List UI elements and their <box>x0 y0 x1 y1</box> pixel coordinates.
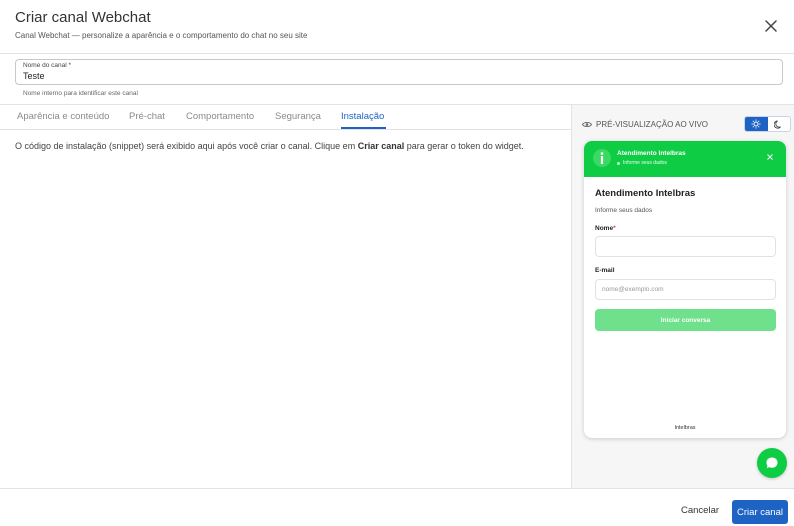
widget-title: Atendimento Intelbras <box>595 188 696 199</box>
dialog-footer: Cancelar Criar canal <box>0 488 794 526</box>
eye-icon <box>582 122 592 127</box>
widget-header-status-text: Informe seus dados <box>623 160 667 166</box>
required-marker: * <box>613 225 616 232</box>
create-channel-button[interactable]: Criar canal <box>732 500 788 524</box>
channel-name-field[interactable]: Nome do canal * <box>15 59 783 85</box>
installation-text-bold: Criar canal <box>357 141 405 151</box>
installation-text-after: para gerar o token do widget. <box>404 141 524 151</box>
channel-name-label: Nome do canal * <box>23 62 72 69</box>
tab-instalacao[interactable]: Instalação <box>341 111 384 122</box>
status-dot-icon <box>617 161 620 165</box>
widget-body: Atendimento Intelbras Informe seus dados… <box>595 188 777 331</box>
tab-comportamento[interactable]: Comportamento <box>186 111 254 122</box>
preview-label: PRÉ-VISUALIZAÇÃO AO VIVO <box>582 120 708 129</box>
active-tab-indicator <box>341 127 386 129</box>
widget-name-input[interactable] <box>595 236 776 257</box>
dark-theme-button[interactable] <box>768 117 791 131</box>
cancel-button[interactable]: Cancelar <box>681 505 719 516</box>
start-conversation-button[interactable]: Iniciar conversa <box>595 309 776 331</box>
close-button[interactable] <box>760 15 782 37</box>
tab-bar: Aparência e conteúdo Pré-chat Comportame… <box>0 105 571 130</box>
widget-email-label: E-mail <box>595 267 615 274</box>
tab-aparencia[interactable]: Aparência e conteúdo <box>17 111 109 122</box>
dialog-header: Criar canal Webchat Canal Webchat — pers… <box>0 0 794 54</box>
moon-icon <box>774 120 782 129</box>
theme-toggle <box>744 116 791 132</box>
widget-name-label-text: Nome <box>595 225 614 232</box>
widget-email-input[interactable]: nome@exemplo.com <box>595 279 776 300</box>
widget-close-button[interactable] <box>765 152 775 162</box>
info-icon <box>593 149 611 167</box>
installation-message: O código de instalação (snippet) será ex… <box>15 140 555 153</box>
channel-name-help: Nome interno para identificar este canal <box>23 90 138 97</box>
dialog-title: Criar canal Webchat <box>15 9 151 26</box>
tab-pre-chat[interactable]: Pré-chat <box>129 111 165 122</box>
widget-header-title: Atendimento Intelbras <box>617 150 686 157</box>
tab-seguranca[interactable]: Segurança <box>275 111 321 122</box>
widget-name-label: Nome* <box>595 225 616 232</box>
light-theme-button[interactable] <box>745 117 768 131</box>
preview-label-text: PRÉ-VISUALIZAÇÃO AO VIVO <box>596 120 709 129</box>
close-icon <box>765 20 777 32</box>
live-preview-panel: PRÉ-VISUALIZAÇÃO AO VIVO Atendimento Int… <box>571 105 794 488</box>
widget-header-status: Informe seus dados <box>617 160 667 166</box>
installation-text-before: O código de instalação (snippet) será ex… <box>15 141 358 151</box>
dialog-subtitle: Canal Webchat — personalize a aparência … <box>15 31 308 40</box>
widget-subtitle: Informe seus dados <box>595 207 653 214</box>
widget-header: Atendimento Intelbras Informe seus dados <box>584 141 786 177</box>
chat-launcher-button[interactable] <box>757 448 787 478</box>
channel-name-input[interactable] <box>23 71 763 81</box>
widget-footer-brand: Intelbras <box>674 425 696 431</box>
chat-widget-preview: Atendimento Intelbras Informe seus dados… <box>584 141 786 438</box>
chat-bubble-icon <box>766 457 778 469</box>
close-icon <box>767 154 773 160</box>
sun-icon <box>751 119 761 129</box>
